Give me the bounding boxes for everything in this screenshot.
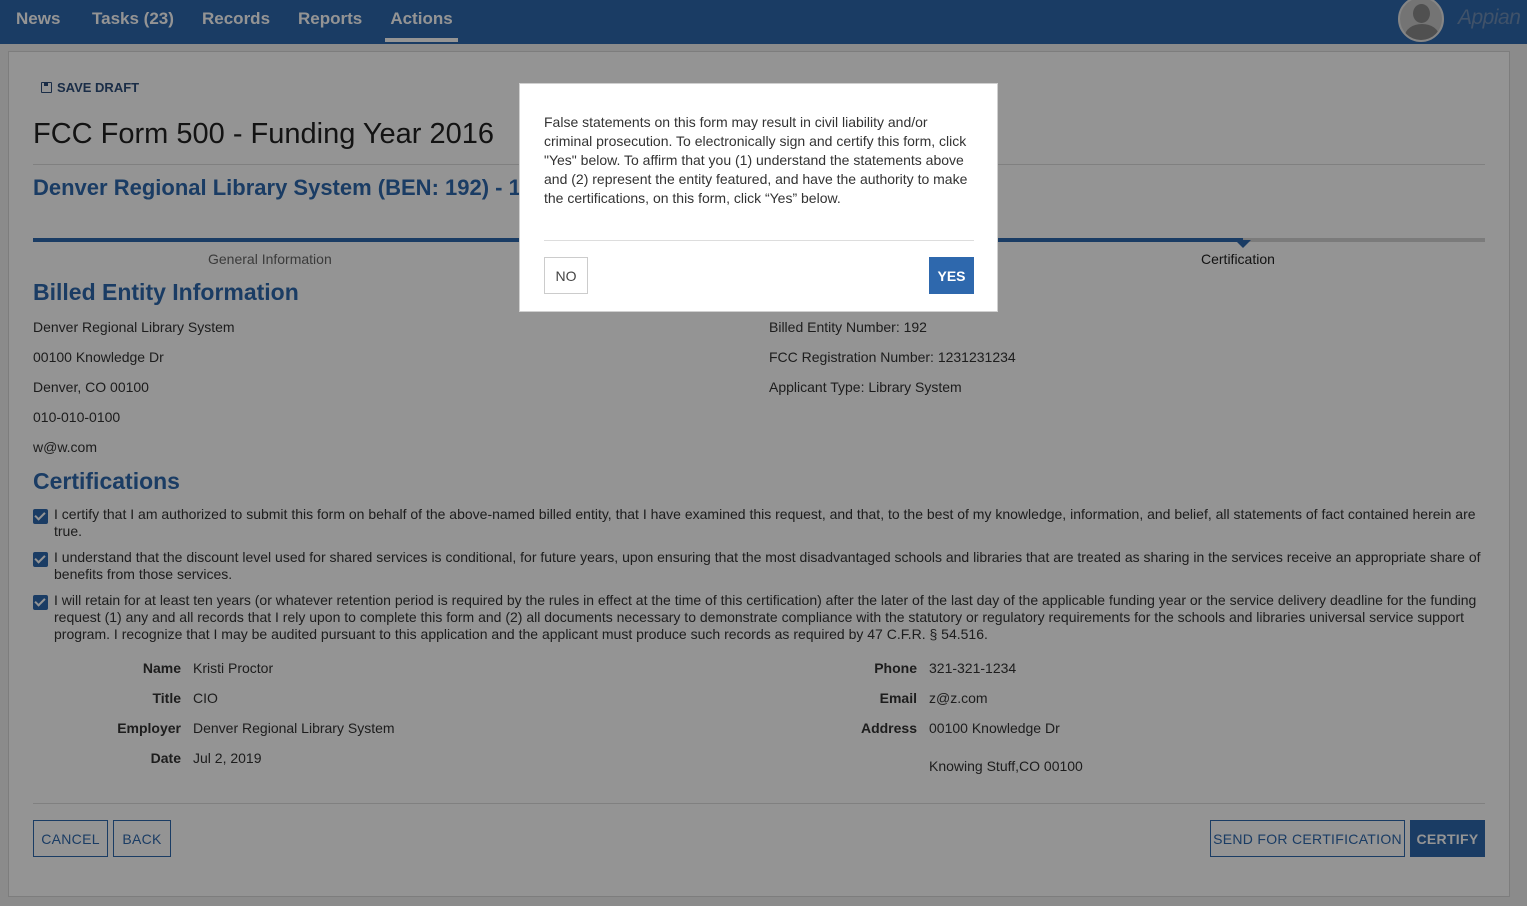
no-button[interactable]: NO <box>544 257 588 294</box>
yes-button[interactable]: YES <box>929 257 974 294</box>
divider <box>544 240 974 241</box>
confirm-dialog: False statements on this form may result… <box>519 83 998 312</box>
dialog-message: False statements on this form may result… <box>544 114 968 206</box>
